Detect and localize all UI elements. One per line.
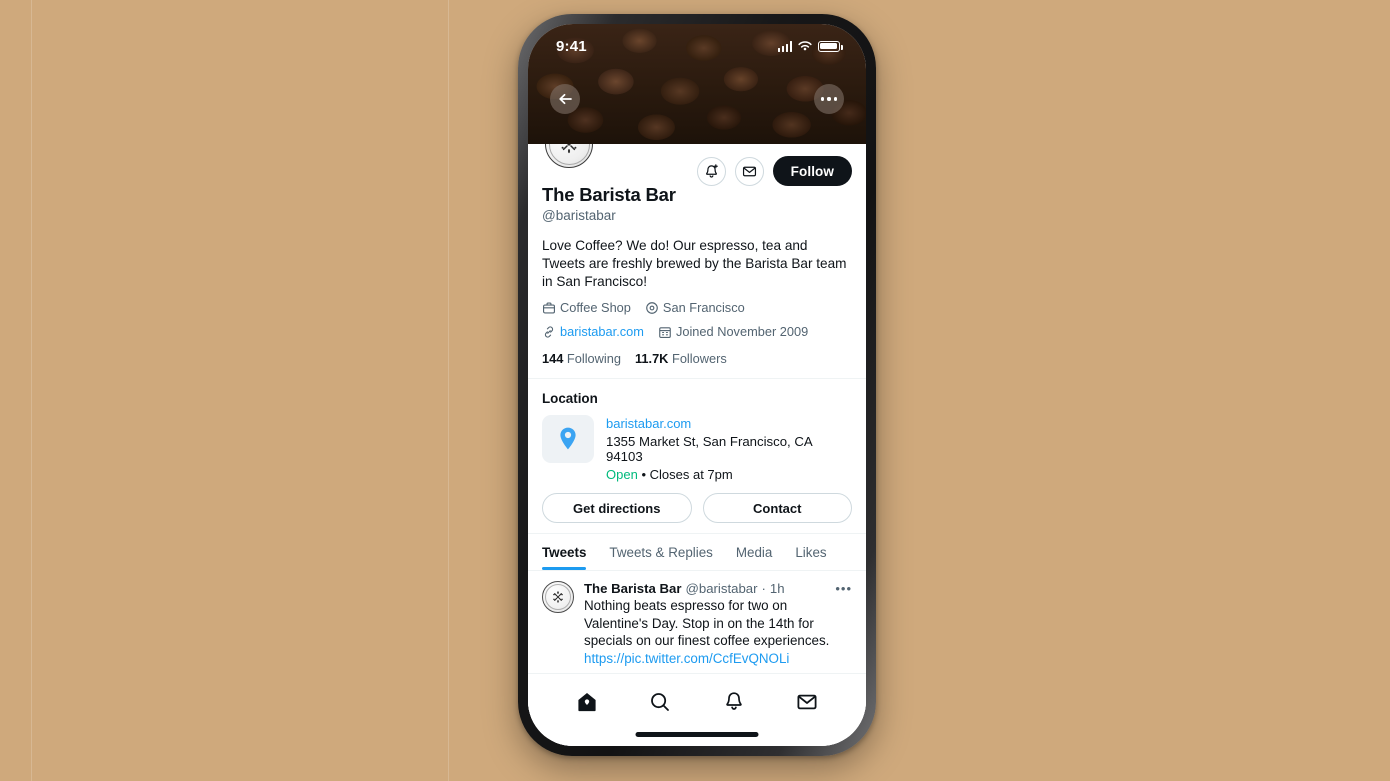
bell-add-icon <box>705 163 718 178</box>
map-thumbnail[interactable] <box>542 415 594 463</box>
page-title: The Barista Bar <box>542 184 676 205</box>
profile-handle: @baristabar <box>542 208 616 223</box>
tweet-header: The Barista Bar @baristabar · 1h ••• <box>584 581 852 596</box>
tab-likes[interactable]: Likes <box>795 534 826 570</box>
tweet-link[interactable]: https://pic.twitter.com/CcfEvQNOLi <box>584 650 852 668</box>
back-button[interactable] <box>550 84 580 114</box>
tab-media[interactable]: Media <box>736 534 772 570</box>
location-hours-separator: • <box>641 467 646 482</box>
following-count[interactable]: 144 Following <box>542 351 621 366</box>
tab-tweets[interactable]: Tweets <box>542 534 587 571</box>
followers-label: Followers <box>672 351 727 366</box>
message-button[interactable] <box>734 156 764 186</box>
meta-category-label: Coffee Shop <box>560 300 631 315</box>
profile-content: Follow The Barista Bar @baristabar Love … <box>528 144 866 746</box>
nav-search[interactable] <box>639 687 681 717</box>
map-pin-icon <box>646 301 658 314</box>
meta-joined: Joined November 2009 <box>658 324 808 339</box>
follow-button[interactable]: Follow <box>772 156 852 186</box>
barista-bar-logo-avatar <box>545 144 593 168</box>
meta-location: San Francisco <box>645 300 745 315</box>
envelope-icon <box>797 694 817 710</box>
tweet-avatar[interactable] <box>542 581 574 613</box>
screenshot-stage: 9:41 Follow The Barista Bar @baristabar … <box>0 0 1390 781</box>
barista-logo-glyph <box>561 144 577 154</box>
status-bar-indicators <box>777 40 843 52</box>
tweet-author-name: The Barista Bar <box>584 581 682 596</box>
tweet-timestamp: 1h <box>769 581 785 596</box>
meta-location-label: San Francisco <box>662 300 745 315</box>
profile-identity: The Barista Bar @baristabar Love Coffee?… <box>528 184 866 378</box>
meta-website-label: baristabar.com <box>560 324 644 339</box>
backdrop-guide-line-right <box>448 0 449 781</box>
status-bar-time: 9:41 <box>556 37 587 55</box>
profile-meta-row-2: baristabar.com Joined November 2009 <box>542 324 852 339</box>
meta-joined-label: Joined November 2009 <box>675 324 809 339</box>
followers-count[interactable]: 11.7K Followers <box>635 351 727 366</box>
profile-tabs: Tweets Tweets & Replies Media Likes <box>528 534 866 571</box>
envelope-icon <box>742 166 756 176</box>
nav-home[interactable] <box>566 687 608 717</box>
map-pin-marker-icon <box>560 427 576 450</box>
calendar-icon <box>659 326 671 338</box>
contact-button[interactable]: Contact <box>702 493 852 523</box>
location-text: baristabar.com 1355 Market St, San Franc… <box>606 415 852 482</box>
location-address: 1355 Market St, San Francisco, CA 94103 <box>606 434 812 464</box>
location-open-status: Open <box>606 467 638 482</box>
tab-tweets-replies[interactable]: Tweets & Replies <box>609 534 712 570</box>
location-title: Location <box>542 391 598 406</box>
more-options-icon <box>820 97 838 101</box>
profile-bio: Love Coffee? We do! Our espresso, tea an… <box>542 238 847 289</box>
tweet-more-icon[interactable]: ••• <box>835 582 852 595</box>
barista-bar-logo-avatar <box>542 581 574 613</box>
location-buttons: Get directions Contact <box>542 493 852 523</box>
followers-value: 11.7K <box>634 351 669 366</box>
location-section: Location baristabar.com 1355 Market St, … <box>528 379 866 533</box>
banner-more-button[interactable] <box>814 84 844 114</box>
nav-messages[interactable] <box>786 687 828 717</box>
profile-meta-row-1: Coffee Shop San Francisco <box>542 300 852 315</box>
profile-action-row: Follow <box>696 156 852 186</box>
bell-icon <box>725 692 742 710</box>
location-url[interactable]: baristabar.com <box>606 416 852 431</box>
tweet-separator: · <box>761 581 766 596</box>
tweet-text: Nothing beats espresso for two on Valent… <box>584 598 830 648</box>
location-closing-time: Closes at 7pm <box>649 467 733 482</box>
wifi-icon <box>798 41 812 51</box>
status-bar: 9:41 <box>528 24 866 68</box>
nav-notifications[interactable] <box>713 687 755 717</box>
tweet-author-handle: @baristabar <box>685 581 758 596</box>
tweet-item[interactable]: The Barista Bar @baristabar · 1h ••• Not… <box>528 571 866 688</box>
get-directions-button[interactable]: Get directions <box>542 493 692 523</box>
battery-icon <box>818 40 843 52</box>
following-value: 144 <box>542 351 564 366</box>
phone-screen: 9:41 Follow The Barista Bar @baristabar … <box>528 24 866 746</box>
backdrop-guide-line-left <box>31 0 32 781</box>
meta-category: Coffee Shop <box>542 300 631 315</box>
link-icon <box>544 325 554 338</box>
briefcase-icon <box>543 302 555 313</box>
profile-counts: 144 Following 11.7K Followers <box>542 351 852 378</box>
back-arrow-icon <box>558 93 572 105</box>
home-indicator <box>635 732 759 737</box>
phone-device-frame: 9:41 Follow The Barista Bar @baristabar … <box>518 14 876 756</box>
tweet-body: The Barista Bar @baristabar · 1h ••• Not… <box>584 581 852 688</box>
home-icon <box>578 693 596 712</box>
barista-logo-glyph <box>553 591 563 603</box>
notify-button[interactable] <box>696 156 726 186</box>
meta-website[interactable]: baristabar.com <box>542 324 644 339</box>
following-label: Following <box>566 351 621 366</box>
location-hours: Open • Closes at 7pm <box>606 467 852 482</box>
cellular-signal-icon <box>777 40 792 52</box>
search-icon <box>651 693 670 711</box>
avatar[interactable] <box>542 144 596 171</box>
location-body: baristabar.com 1355 Market St, San Franc… <box>542 415 852 482</box>
